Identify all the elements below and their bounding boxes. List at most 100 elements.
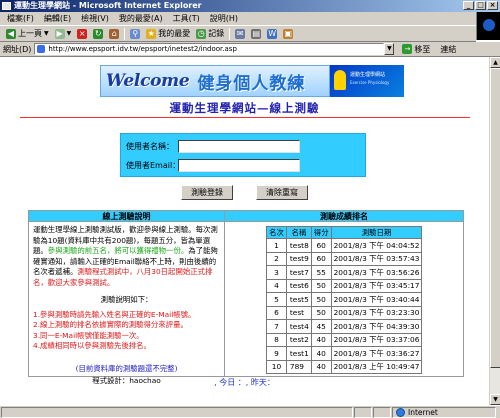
globe-icon bbox=[396, 407, 405, 417]
date-cell: 2001/8/3 下午 03:23:30 bbox=[330, 305, 423, 320]
score-cell: 50 bbox=[310, 305, 332, 320]
ranking-header-row: 名次 名稱 得分 測驗日期 bbox=[266, 226, 423, 239]
rank-cell: 6 bbox=[266, 305, 287, 320]
window-title: 運動生理學網站 - Microsoft Internet Explorer bbox=[14, 1, 202, 10]
rank-cell: 5 bbox=[266, 292, 287, 307]
scroll-down-button[interactable]: ▼ bbox=[490, 394, 500, 405]
home-icon: ⌂ bbox=[109, 28, 120, 39]
history-label: 記錄 bbox=[208, 29, 225, 38]
go-button[interactable]: → 移至 bbox=[402, 44, 430, 55]
name-cell: test1 bbox=[285, 346, 312, 361]
back-button[interactable]: ◀ 上一頁 ▼ bbox=[3, 27, 52, 41]
windows-logo-icon bbox=[476, 12, 500, 40]
name-cell: test bbox=[285, 305, 312, 320]
address-dropdown-button[interactable]: ▼ bbox=[384, 43, 395, 55]
score-cell: 40 bbox=[310, 359, 332, 374]
scroll-thumb[interactable] bbox=[490, 68, 500, 368]
name-cell: test5 bbox=[285, 292, 312, 307]
favorites-label: 我的最愛 bbox=[158, 29, 191, 38]
address-label: 網址(D) bbox=[3, 44, 32, 54]
stop-button[interactable]: × bbox=[74, 27, 90, 41]
menu-edit[interactable]: 編輯(E) bbox=[39, 12, 76, 26]
score-cell: 60 bbox=[310, 238, 332, 253]
login-form: 使用者名稱： 使用者Email： bbox=[120, 133, 366, 177]
table-row: 6 test 50 2001/8/3 下午 03:23:30 bbox=[266, 305, 423, 320]
submit-button[interactable]: 測驗登錄 bbox=[181, 185, 233, 200]
refresh-button[interactable]: ↻ bbox=[90, 27, 106, 41]
instructions-panel: 線上測驗說明 運動生理學線上測驗測試版，歡迎參與線上測驗。每次測驗為10題(資料… bbox=[29, 211, 226, 385]
date-cell: 2001/8/3 下午 04:39:30 bbox=[330, 319, 423, 334]
table-row: 10 789 40 2001/8/3 上午 10:49:47 bbox=[266, 359, 423, 374]
menu-bar: 檔案(F) 編輯(E) 檢視(V) 我的最愛(A) 工具(T) 說明(H) bbox=[0, 12, 500, 40]
name-cell: test9 bbox=[285, 251, 312, 266]
title-bar: 運動生理學網站 - Microsoft Internet Explorer _ … bbox=[0, 0, 500, 12]
name-field[interactable] bbox=[178, 140, 300, 153]
rule-item: 1.參與測驗時請先輸入姓名與正確的E-Mail帳號。 bbox=[33, 310, 196, 320]
date-cell: 2001/8/3 下午 03:36:27 bbox=[330, 346, 423, 361]
date-cell: 2001/8/3 下午 04:04:52 bbox=[330, 238, 423, 253]
table-row: 1 test8 60 2001/8/3 下午 04:04:52 bbox=[266, 238, 423, 253]
menu-tools[interactable]: 工具(T) bbox=[168, 12, 205, 26]
forward-button[interactable]: ▶ ▼ bbox=[52, 27, 75, 41]
visit-counter: , 今日 ：, 昨天： bbox=[214, 378, 275, 387]
rule-item: 4.成績相同時以參與測驗先後排名。 bbox=[33, 340, 151, 350]
menu-file[interactable]: 檔案(F) bbox=[2, 12, 39, 26]
content-panels: 線上測驗說明 運動生理學線上測驗測試版，歡迎參與線上測驗。每次測驗為10題(資料… bbox=[28, 210, 464, 385]
email-field[interactable] bbox=[178, 159, 300, 172]
banner-site-name: 運動生理學網站 bbox=[350, 72, 386, 78]
date-cell: 2001/8/3 下午 03:37:06 bbox=[330, 332, 423, 347]
vertical-scrollbar[interactable]: ▲ ▼ bbox=[489, 57, 500, 405]
rank-cell: 4 bbox=[266, 278, 287, 293]
links-button[interactable]: 連結 bbox=[440, 44, 456, 55]
score-cell: 50 bbox=[310, 278, 332, 293]
table-row: 9 test1 40 2001/8/3 下午 03:36:27 bbox=[266, 346, 423, 361]
name-cell: 789 bbox=[285, 359, 312, 374]
rank-cell: 1 bbox=[266, 238, 287, 253]
column-header-date: 測驗日期 bbox=[330, 226, 423, 239]
rule-item: 2.線上測驗的排名依據實際的測驗得分來評量。 bbox=[33, 320, 188, 330]
menu-help[interactable]: 說明(H) bbox=[205, 12, 243, 26]
date-cell: 2001/8/3 上午 10:49:47 bbox=[330, 359, 423, 374]
email-label: 使用者Email： bbox=[126, 161, 181, 170]
table-row: 4 test6 50 2001/8/3 下午 03:45:17 bbox=[266, 278, 423, 293]
close-button[interactable]: × bbox=[487, 1, 498, 10]
go-label: 移至 bbox=[414, 44, 431, 54]
ranking-table: 名次 名稱 得分 測驗日期 1 test8 60 2001/8/3 下午 04:04:… bbox=[266, 226, 423, 374]
maximize-button[interactable]: □ bbox=[475, 1, 486, 10]
name-cell: test2 bbox=[285, 332, 312, 347]
print-button[interactable]: ▤ bbox=[248, 27, 264, 41]
page-title: 運動生理學網站—線上測驗 bbox=[169, 101, 320, 115]
score-cell: 60 bbox=[310, 251, 332, 266]
minimize-button[interactable]: _ bbox=[463, 1, 474, 10]
forward-arrow-icon: ▶ bbox=[54, 28, 65, 39]
site-banner: Welcome 健身個人教練 運動生理學網站 Exercise Physiolo… bbox=[100, 65, 404, 97]
search-button[interactable]: ⚲ bbox=[127, 27, 143, 41]
favorites-button[interactable]: ★ 我的最愛 bbox=[143, 27, 193, 41]
email-row: 使用者Email： bbox=[126, 157, 360, 174]
rank-cell: 8 bbox=[266, 332, 287, 347]
scroll-up-button[interactable]: ▲ bbox=[490, 57, 500, 68]
banner-logo: 運動生理學網站 Exercise Physiology bbox=[330, 65, 404, 97]
rank-cell: 7 bbox=[266, 319, 287, 334]
chevron-down-icon: ▼ bbox=[44, 30, 49, 37]
reset-button[interactable]: 清除重寫 bbox=[256, 185, 308, 200]
menu-view[interactable]: 檢視(V) bbox=[76, 12, 114, 26]
menu-favorites[interactable]: 我的最愛(A) bbox=[114, 12, 168, 26]
url-input[interactable]: http://www.epsport.idv.tw/epsport/inetes… bbox=[34, 43, 385, 55]
date-cell: 2001/8/3 下午 03:45:17 bbox=[330, 278, 423, 293]
security-zone: Internet bbox=[392, 406, 496, 418]
instructions-header: 線上測驗說明 bbox=[29, 211, 225, 222]
discuss-button[interactable]: ▣ bbox=[280, 27, 296, 41]
home-button[interactable]: ⌂ bbox=[106, 27, 122, 41]
table-row: 7 test4 45 2001/8/3 下午 04:39:30 bbox=[266, 319, 423, 334]
banner-welcome: Welcome bbox=[106, 71, 190, 91]
ranking-panel: 測驗成績排名 名次 名稱 得分 測驗日期 1 test8 60 2001/8/3 下午… bbox=[225, 211, 463, 376]
mail-button[interactable]: ✉ bbox=[232, 27, 248, 41]
instructions-body: 運動生理學線上測驗測試版，歡迎參與線上測驗。每次測驗為10題(資料庫中共有200… bbox=[29, 222, 224, 308]
instructions-prize: 參與測驗的前五名，將可以獲得禮物一份。 bbox=[47, 246, 189, 256]
table-row: 5 test5 50 2001/8/3 下午 03:40:44 bbox=[266, 292, 423, 307]
database-note: (目前資料庫的測驗題還不完整) bbox=[75, 363, 178, 373]
edit-icon: W bbox=[267, 28, 278, 39]
history-button[interactable]: ◷ 記錄 bbox=[193, 27, 227, 41]
edit-button[interactable]: W bbox=[264, 27, 280, 41]
